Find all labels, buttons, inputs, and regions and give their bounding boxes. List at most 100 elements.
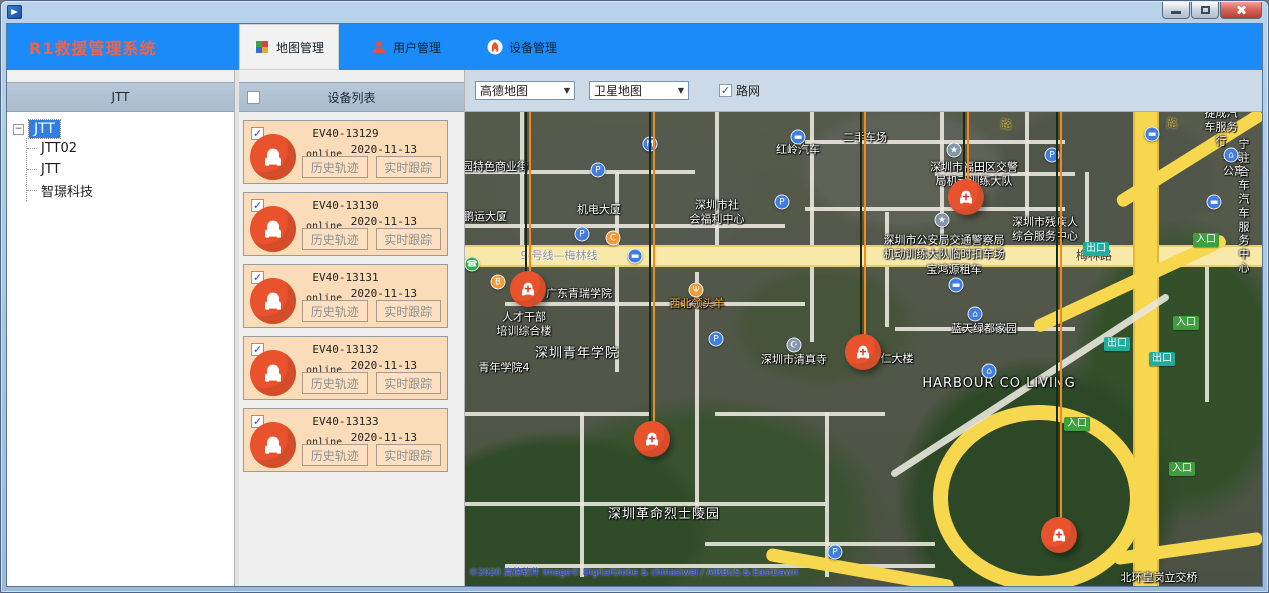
- device-card[interactable]: ✓ EV40-13131 online 2020-11-13 历史轨迹 实时跟踪: [243, 264, 448, 328]
- map-label: 人才干部 培训综合楼: [497, 310, 552, 338]
- drone-marker[interactable]: [845, 334, 881, 370]
- tab-label: 用户管理: [393, 39, 441, 56]
- tree-node-root[interactable]: JTT: [29, 120, 60, 138]
- chevron-down-icon: ▼: [678, 86, 684, 95]
- tab[interactable]: 设备管理: [473, 24, 571, 70]
- map-label: 园特色商业街: [465, 160, 528, 174]
- mosque-icon: ☪: [787, 338, 802, 353]
- history-track-button[interactable]: 历史轨迹: [302, 228, 368, 250]
- gate-badge: 入口: [1173, 316, 1199, 330]
- map-toolbar: 高德地图 ▼ 卫星地图 ▼ ✓ 路网: [465, 70, 1262, 112]
- map-label: 鹏运大厦: [465, 210, 507, 224]
- window-body: R1救援管理系统 地图管理: [6, 23, 1263, 587]
- map-label: 深圳市社 会福利中心: [690, 198, 745, 226]
- history-track-button[interactable]: 历史轨迹: [302, 300, 368, 322]
- drone-icon: [959, 189, 974, 204]
- road-network-checkbox[interactable]: ✓: [719, 84, 732, 97]
- gate-badge: 入口: [1193, 233, 1219, 247]
- org-tree: − JTT JTT02 JTT 智璟科技: [7, 112, 234, 586]
- history-track-button[interactable]: 历史轨迹: [302, 156, 368, 178]
- drone-avatar-icon: [250, 134, 296, 180]
- device-card[interactable]: ✓ EV40-13129 online 2020-11-13 历史轨迹 实时跟踪: [243, 120, 448, 184]
- select-all-checkbox[interactable]: [247, 91, 260, 104]
- realtime-track-button[interactable]: 实时跟踪: [376, 372, 442, 394]
- realtime-track-button[interactable]: 实时跟踪: [376, 300, 442, 322]
- home-icon: ⌂: [1224, 148, 1239, 163]
- map-label: 路: [1001, 118, 1012, 132]
- bus-icon: ▬: [628, 249, 643, 264]
- bus-icon: ▬: [1145, 127, 1160, 142]
- drone-marker[interactable]: [1041, 517, 1077, 553]
- map-label: 宝鸿源租车: [927, 263, 982, 277]
- close-button[interactable]: [1220, 2, 1262, 19]
- car-icon: ▬: [949, 278, 964, 293]
- app-header: R1救援管理系统 地图管理: [7, 24, 1262, 70]
- parking-icon: P: [575, 227, 590, 242]
- realtime-track-button[interactable]: 实时跟踪: [376, 444, 442, 466]
- map-icon: [254, 39, 270, 55]
- user-icon: [371, 39, 387, 55]
- tether-line: [649, 112, 655, 439]
- star-icon: ★: [947, 143, 962, 158]
- satellite-map[interactable]: 园特色商业街 鹏运大厦 机电大厦 红岭汽车 二手车场 深圳市社 会福利中心: [465, 112, 1262, 586]
- tether-line: [1056, 112, 1062, 535]
- drone-marker[interactable]: [948, 179, 984, 215]
- map-label: 蓝天绿都家园: [951, 322, 1017, 336]
- map-label: 深圳市残疾人 综合服务中心: [1012, 215, 1078, 243]
- minimize-button[interactable]: [1162, 2, 1190, 19]
- road-network-label: 路网: [736, 82, 760, 99]
- gate-badge: 入口: [1169, 462, 1195, 476]
- device-date: 2020-11-13: [351, 431, 417, 444]
- parking-icon: P: [775, 195, 790, 210]
- drone-marker[interactable]: [634, 421, 670, 457]
- app-window: R1救援管理系统 地图管理: [0, 0, 1269, 593]
- titlebar: [1, 1, 1268, 23]
- device-date: 2020-11-13: [351, 215, 417, 228]
- device-card[interactable]: ✓ EV40-13132 online 2020-11-13 历史轨迹 实时跟踪: [243, 336, 448, 400]
- device-icon: [487, 39, 503, 55]
- stop-badge-b: B: [491, 275, 506, 290]
- tree-node[interactable]: 智璟科技: [27, 180, 228, 201]
- gate-badge: 出口: [1083, 242, 1109, 256]
- tree-panel-title: JTT: [112, 90, 130, 104]
- map-label: 红岭汽车: [776, 143, 820, 157]
- map-label: 捷成汽车服务行: [1201, 112, 1242, 148]
- parking-icon: P: [709, 332, 724, 347]
- org-tree-panel: JTT − JTT JTT02 JTT 智璟科技: [7, 70, 235, 586]
- tree-node[interactable]: JTT02: [27, 138, 228, 159]
- map-attribution: ©2020 高德软件 Image© DigitalGlobe & chinasi…: [469, 565, 798, 578]
- tether-line: [860, 112, 866, 352]
- realtime-track-button[interactable]: 实时跟踪: [376, 228, 442, 250]
- drone-avatar-icon: [250, 422, 296, 468]
- drone-icon: [1052, 527, 1067, 542]
- device-date: 2020-11-13: [351, 359, 417, 372]
- map-type-select[interactable]: 卫星地图 ▼: [589, 81, 689, 100]
- history-track-button[interactable]: 历史轨迹: [302, 372, 368, 394]
- map-label: 深圳革命烈士陵园: [608, 507, 720, 523]
- drone-avatar-icon: [250, 278, 296, 324]
- home-icon: ⌂: [968, 307, 983, 322]
- maximize-button[interactable]: [1191, 2, 1219, 19]
- device-panel-title: 设备列表: [327, 89, 375, 106]
- device-card[interactable]: ✓ EV40-13130 online 2020-11-13 历史轨迹 实时跟踪: [243, 192, 448, 256]
- map-provider-select[interactable]: 高德地图 ▼: [475, 81, 575, 100]
- map-label: 西北领头羊: [670, 297, 725, 311]
- tab[interactable]: 地图管理: [239, 24, 339, 70]
- parking-icon: P: [591, 163, 606, 178]
- parking-icon: P: [828, 545, 843, 560]
- realtime-track-button[interactable]: 实时跟踪: [376, 156, 442, 178]
- stop-badge-c: C: [606, 231, 621, 246]
- device-date: 2020-11-13: [351, 143, 417, 156]
- tree-expander-icon[interactable]: −: [13, 124, 24, 135]
- device-card[interactable]: ✓ EV40-13133 online 2020-11-13 历史轨迹 实时跟踪: [243, 408, 448, 472]
- home-icon: ⌂: [982, 364, 997, 379]
- device-date: 2020-11-13: [351, 287, 417, 300]
- tree-children: JTT02 JTT 智璟科技: [26, 138, 228, 201]
- tab[interactable]: 用户管理: [357, 24, 455, 70]
- restaurant-icon: Ψ: [689, 283, 704, 298]
- drone-icon: [645, 431, 660, 446]
- drone-marker[interactable]: [510, 271, 546, 307]
- history-track-button[interactable]: 历史轨迹: [302, 444, 368, 466]
- tree-node[interactable]: JTT: [27, 159, 228, 180]
- chevron-down-icon: ▼: [564, 86, 570, 95]
